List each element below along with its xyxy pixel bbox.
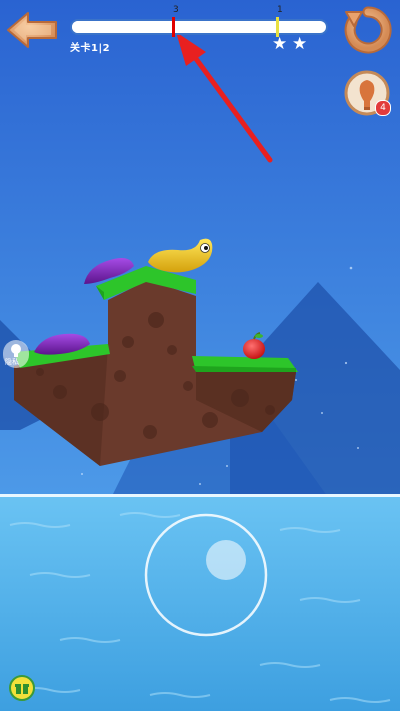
left-arrow-icon [7,12,57,48]
side-tab-label: 隐私 [5,358,19,366]
hint-pointer-icon [11,344,21,357]
gift-button[interactable] [9,675,35,701]
background [0,0,400,711]
star-icon: ★ [272,34,288,54]
star-icon: ★ [292,34,308,54]
one-star-threshold-label: 1 [277,5,283,15]
gift-box-icon [15,684,29,694]
level-label: 关卡1|2 [70,43,111,54]
three-star-threshold-marker [172,17,175,37]
hint-count-badge: 4 [375,100,391,116]
water-horizon [0,494,400,497]
restart-icon [344,6,392,54]
water [0,496,400,711]
progress-fill [72,21,174,33]
level-progress-bar: 3 1 [70,5,328,37]
three-star-threshold-label: 3 [173,5,179,15]
back-button[interactable] [6,10,60,50]
game-scene: 3 1 关卡1|2 ★ ★ 4 隐私 [0,0,400,711]
restart-button[interactable] [344,6,392,54]
joystick-knob[interactable] [206,540,246,580]
